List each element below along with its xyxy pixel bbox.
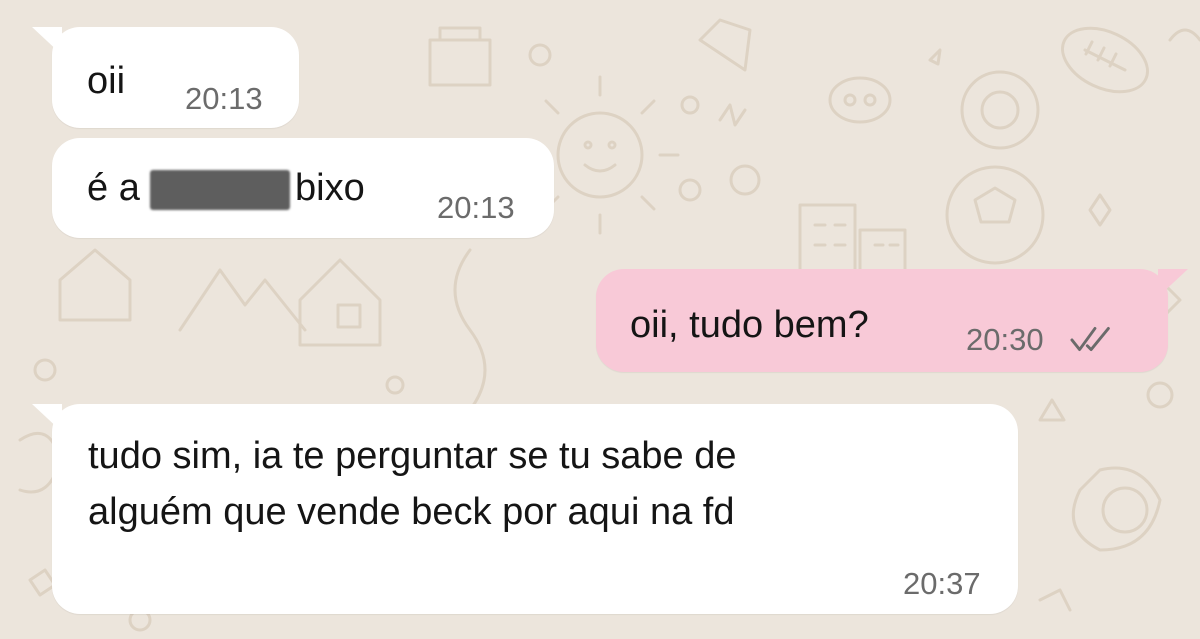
incoming-message-bubble[interactable]: oii 20:13 (32, 27, 299, 128)
incoming-message-bubble[interactable]: é a bixo 20:13 (52, 138, 554, 238)
message-timestamp: 20:37 (903, 566, 981, 601)
outgoing-message-bubble[interactable]: oii, tudo bem? 20:30 (596, 269, 1188, 372)
message-timestamp: 20:30 (966, 322, 1044, 357)
message-text-after-redaction: bixo (295, 167, 365, 209)
message-timestamp: 20:13 (437, 190, 515, 225)
bubble-tail (32, 27, 62, 55)
message-text-before-redaction: é a (87, 167, 140, 209)
bubble-tail (32, 404, 62, 432)
message-text: oii (87, 60, 126, 102)
double-check-icon (1070, 327, 1110, 351)
bubble-tail (1158, 269, 1188, 297)
message-text-line-2: alguém que vende beck por aqui na fd (88, 491, 735, 533)
message-text: oii, tudo bem? (630, 304, 869, 346)
incoming-message-bubble[interactable]: tudo sim, ia te perguntar se tu sabe de … (32, 404, 1018, 614)
message-text-line-1: tudo sim, ia te perguntar se tu sabe de (88, 435, 737, 477)
redacted-name-block (150, 170, 290, 210)
message-timestamp: 20:13 (185, 81, 263, 116)
